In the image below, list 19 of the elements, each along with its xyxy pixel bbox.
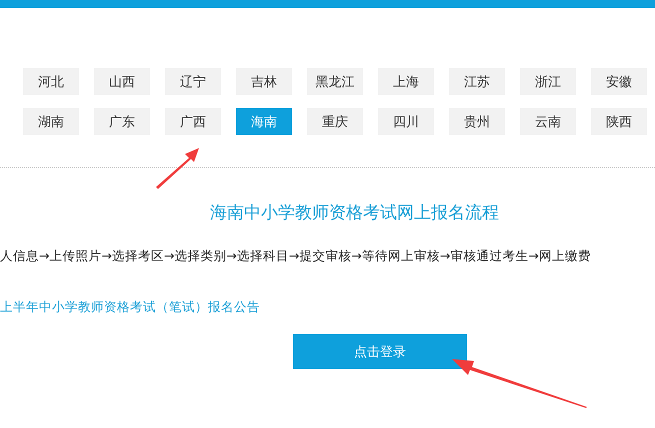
region-tab[interactable]: 上海 bbox=[378, 68, 434, 95]
region-tab[interactable]: 湖南 bbox=[23, 108, 79, 135]
region-tab[interactable]: 吉林 bbox=[236, 68, 292, 95]
region-tab[interactable]: 浙江 bbox=[520, 68, 576, 95]
region-tab[interactable]: 山西 bbox=[94, 68, 150, 95]
region-tab[interactable]: 广东 bbox=[94, 108, 150, 135]
region-tab[interactable]: 河北 bbox=[23, 68, 79, 95]
region-tab[interactable]: 安徽 bbox=[591, 68, 647, 95]
region-tab[interactable]: 江苏 bbox=[449, 68, 505, 95]
region-tab[interactable]: 重庆 bbox=[307, 108, 363, 135]
region-tab[interactable]: 四川 bbox=[378, 108, 434, 135]
region-tab[interactable]: 广西 bbox=[165, 108, 221, 135]
region-tab[interactable]: 辽宁 bbox=[165, 68, 221, 95]
process-steps: 人信息→上传照片→选择考区→选择类别→选择科目→提交审核→等待网上审核→审核通过考生→网上缴费 bbox=[0, 248, 655, 265]
region-tab[interactable]: 贵州 bbox=[449, 108, 505, 135]
region-tab[interactable]: 黑龙江 bbox=[307, 68, 363, 95]
region-tab[interactable]: 陕西 bbox=[591, 108, 647, 135]
region-tab[interactable]: 云南 bbox=[520, 108, 576, 135]
page-title: 海南中小学教师资格考试网上报名流程 bbox=[209, 202, 500, 224]
